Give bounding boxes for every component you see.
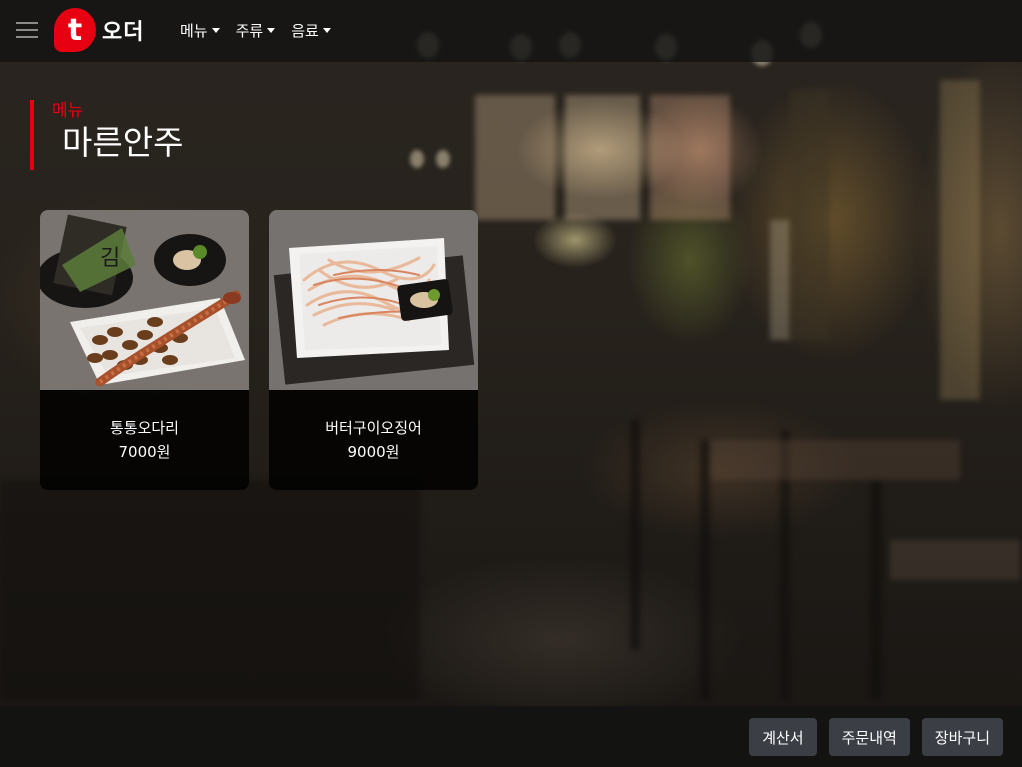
page-title: 마른안주 (62, 123, 184, 162)
section-eyebrow: 메뉴 (52, 101, 84, 121)
nav-item-liquor[interactable]: 주류 (236, 20, 276, 41)
caret-down-icon (322, 28, 331, 33)
svg-text:김: 김 (100, 246, 120, 271)
product-image: 김 (40, 210, 249, 390)
nav-item-label: 메뉴 (180, 22, 208, 40)
nav-item-drinks[interactable]: 음료 (291, 20, 331, 41)
product-card-squid[interactable]: 버터구이오징어 9000원 (269, 210, 478, 490)
logo-text: 오더 (102, 20, 145, 45)
nav-item-label: 주류 (235, 22, 264, 40)
bottom-bar: 계산서 주문내역 장바구니 (0, 706, 1022, 767)
nav-item-menu[interactable]: 메뉴 (180, 20, 220, 41)
order-history-button[interactable]: 주문내역 (828, 718, 910, 756)
product-grid: 김 통통오다리 7000원 버터구이오징어 9000원 (40, 210, 478, 490)
footer-buttons: 계산서 주문내역 장바구니 (749, 718, 1003, 756)
caret-down-icon (211, 28, 220, 33)
nav-menu: 메뉴 주류 음료 (180, 20, 331, 41)
logo-letter: t (67, 12, 83, 48)
nav-item-label: 음료 (291, 22, 319, 40)
product-card-odari[interactable]: 김 통통오다리 7000원 (40, 210, 249, 490)
product-image (269, 210, 478, 390)
product-price: 7000원 (118, 443, 171, 461)
caret-down-icon (267, 28, 276, 33)
cart-button[interactable]: 장바구니 (921, 718, 1003, 756)
product-price: 9000원 (347, 443, 400, 461)
product-name: 통통오다리 (109, 419, 179, 437)
top-navbar: t 오더 메뉴 주류 음료 (0, 0, 1022, 62)
section-header: 메뉴 마른안주 (30, 100, 183, 170)
logo-mark: t (54, 8, 96, 52)
hamburger-icon[interactable] (16, 22, 38, 40)
product-name: 버터구이오징어 (325, 419, 422, 437)
logo[interactable]: t 오더 (54, 8, 144, 52)
product-info: 버터구이오징어 9000원 (269, 390, 478, 490)
product-info: 통통오다리 7000원 (40, 390, 249, 490)
bill-button[interactable]: 계산서 (749, 718, 817, 756)
